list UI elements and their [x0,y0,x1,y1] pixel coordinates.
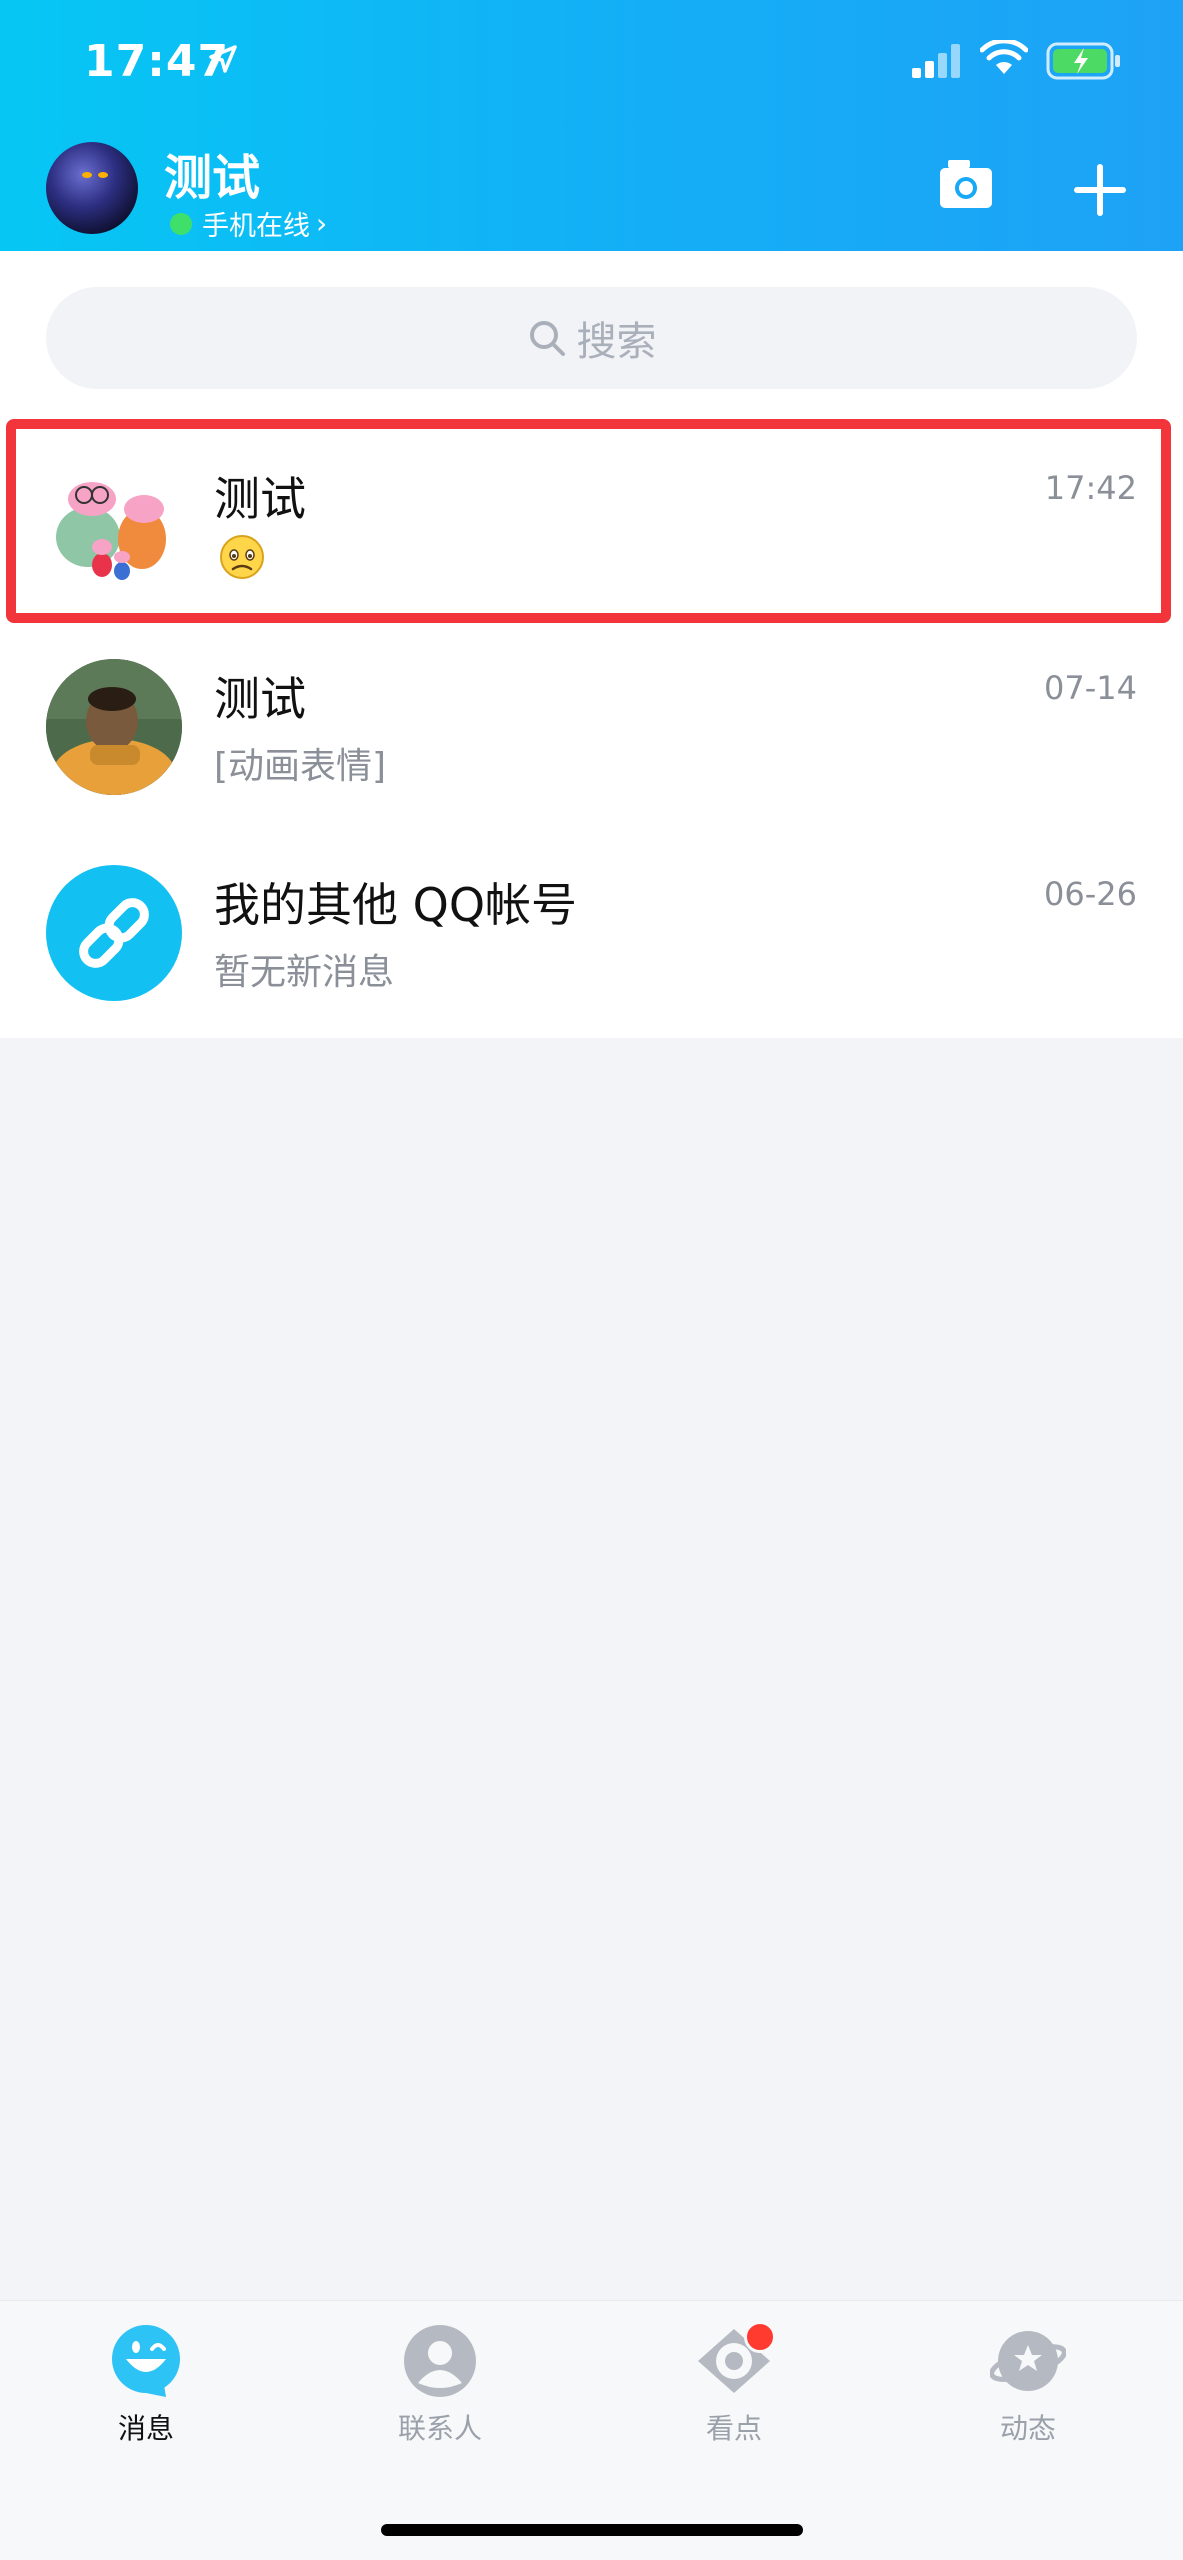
eye-icon [696,2321,776,2399]
message-time: 17:42 [1044,469,1137,507]
tab-messages[interactable]: 消息 [66,2323,226,2447]
list-item[interactable]: 测试 17:42 [0,411,1183,623]
tab-moments[interactable]: 动态 [948,2323,1108,2447]
notification-badge [744,2321,776,2353]
message-preview: 暂无新消息 [214,952,395,993]
avatar-detail [82,172,92,178]
list-item[interactable]: 我的其他 QQ帐号 暂无新消息 06-26 [0,825,1183,1031]
message-time: 07-14 [1044,669,1137,707]
online-dot-icon [170,212,192,235]
list-item[interactable]: 测试 [动画表情] 07-14 [0,619,1183,825]
peppa-family-avatar [56,482,166,580]
search-icon [529,321,565,356]
avatar [46,659,182,795]
avatar [46,459,182,595]
tab-label: 联系人 [397,2412,482,2445]
battery-charging-icon [1046,42,1120,80]
link-icon [79,898,149,968]
search-area: 搜索 [0,251,1183,411]
contact-name: 我的其他 QQ帐号 [214,878,578,932]
sad-emoji-icon [220,535,264,579]
wifi-icon [980,40,1028,74]
plus-icon[interactable] [1072,162,1128,218]
online-status-text: 手机在线 [202,211,310,242]
cell-signal-icon [912,44,960,78]
profile-avatar[interactable] [46,142,138,234]
contact-name: 测试 [214,472,306,526]
message-preview: [动画表情] [214,746,387,787]
message-time: 06-26 [1044,875,1137,913]
search-input[interactable]: 搜索 [46,287,1137,389]
header: 17:47 测试 手机在线 › [0,0,1183,251]
contact-name: 测试 [214,672,306,726]
online-status[interactable]: 手机在线 › [170,204,327,243]
avatar [46,865,182,1001]
tab-label: 动态 [999,2412,1056,2445]
qq-message-screen: 17:47 测试 手机在线 › 搜索 测试 17:42 测试 [动画表情] 07… [0,0,1183,2560]
tab-label: 消息 [117,2412,174,2445]
tab-contacts[interactable]: 联系人 [360,2323,520,2447]
tab-label: 看点 [705,2412,762,2445]
planet-star-icon [989,2323,1067,2399]
tab-watch[interactable]: 看点 [654,2321,814,2447]
profile-name[interactable]: 测试 [164,138,260,208]
message-list: 测试 17:42 测试 [动画表情] 07-14 我的其他 QQ帐号 暂无新消息… [0,411,1183,1038]
search-placeholder: 搜索 [576,319,657,365]
contact-icon [402,2323,478,2399]
cartoon-person-avatar [46,659,182,795]
location-arrow-icon [209,45,237,73]
home-indicator[interactable] [381,2524,803,2536]
chevron-right-icon: › [316,207,328,240]
message-face-icon [108,2323,184,2399]
camera-icon[interactable] [938,158,994,214]
avatar-detail [98,172,108,178]
tab-bar: 消息 联系人 看点 动态 [0,2300,1183,2560]
